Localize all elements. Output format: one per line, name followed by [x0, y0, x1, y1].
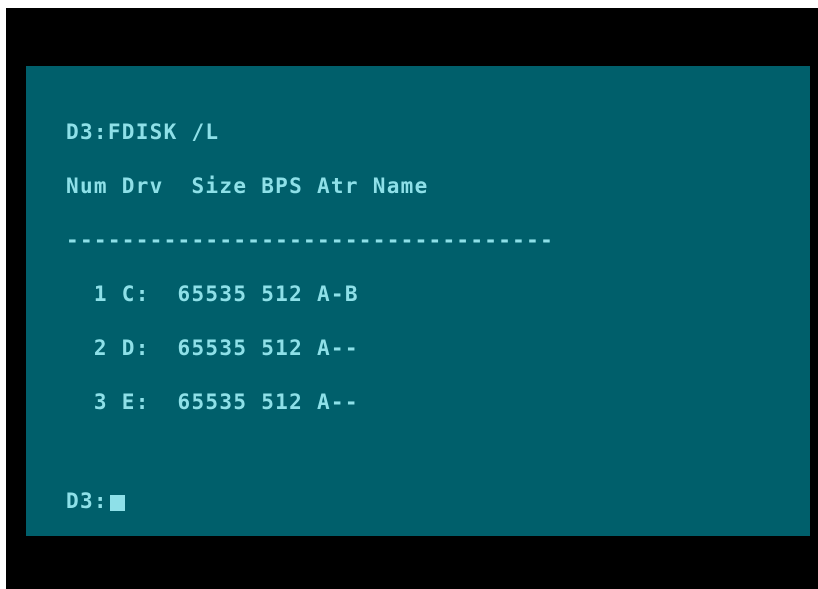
text-cursor: [109, 495, 125, 511]
table-separator: -----------------------------------: [66, 228, 555, 252]
table-header: Num Drv Size BPS Atr Name: [66, 174, 429, 198]
prompt-line[interactable]: D3:: [66, 489, 554, 513]
monitor-frame: D3:FDISK /L Num Drv Size BPS Atr Name --…: [6, 8, 818, 589]
table-row: 2 D: 65535 512 A--: [66, 336, 359, 360]
prompt-text: D3:: [66, 489, 108, 513]
table-row: 3 E: 65535 512 A--: [66, 390, 359, 414]
terminal-output: D3:FDISK /L Num Drv Size BPS Atr Name --…: [66, 87, 554, 546]
command-line: D3:FDISK /L: [66, 120, 220, 144]
table-row: 1 C: 65535 512 A-B: [66, 282, 359, 306]
terminal-screen[interactable]: D3:FDISK /L Num Drv Size BPS Atr Name --…: [26, 66, 810, 536]
